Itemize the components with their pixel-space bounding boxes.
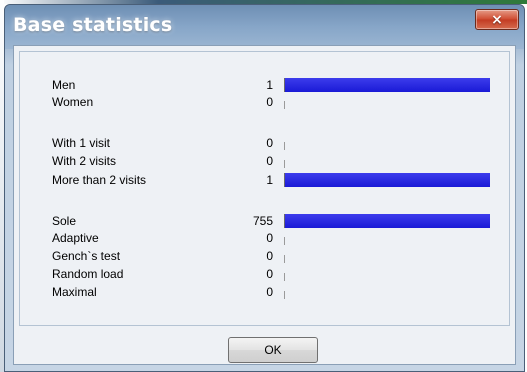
dialog-title: Base statistics bbox=[13, 14, 173, 36]
stat-bar bbox=[284, 214, 490, 228]
stat-label: With 2 visits bbox=[52, 154, 117, 168]
ok-button[interactable]: OK bbox=[228, 337, 318, 363]
stat-value: 0 bbox=[266, 136, 273, 150]
stat-label: Women bbox=[52, 95, 94, 109]
stat-bar bbox=[284, 78, 490, 92]
stat-row-more-than-2-visits: More than 2 visits 1 bbox=[20, 172, 509, 188]
statistics-panel: Men 1 Women 0 With 1 visit 0 With 2 visi… bbox=[19, 51, 510, 326]
title-bar[interactable]: Base statistics × bbox=[5, 5, 524, 49]
stat-row-with-2-visits: With 2 visits 0 bbox=[20, 153, 509, 169]
stat-value: 1 bbox=[266, 173, 273, 187]
close-icon: × bbox=[491, 11, 503, 28]
stat-bar-fill bbox=[284, 214, 490, 228]
stat-bar-empty-tick bbox=[284, 273, 285, 281]
stat-bar bbox=[284, 173, 490, 187]
stat-label: Maximal bbox=[52, 285, 97, 299]
stat-row-maximal: Maximal 0 bbox=[20, 284, 509, 300]
stat-bar bbox=[284, 285, 490, 299]
stat-bar-empty-tick bbox=[284, 255, 285, 263]
stat-bar bbox=[284, 154, 490, 168]
stat-label: Adaptive bbox=[52, 231, 99, 245]
stat-row-women: Women 0 bbox=[20, 94, 509, 110]
stat-label: With 1 visit bbox=[52, 136, 111, 150]
stat-label: Random load bbox=[52, 267, 124, 281]
stat-label: Men bbox=[52, 78, 76, 92]
stat-row-sole: Sole 755 bbox=[20, 213, 509, 229]
stat-value: 1 bbox=[266, 78, 273, 92]
stat-bar bbox=[284, 136, 490, 150]
stat-label: Sole bbox=[52, 214, 77, 228]
stat-label: More than 2 visits bbox=[52, 173, 147, 187]
stat-row-with-1-visit: With 1 visit 0 bbox=[20, 135, 509, 151]
stat-bar bbox=[284, 249, 490, 263]
stat-bar bbox=[284, 231, 490, 245]
dialog-content: Men 1 Women 0 With 1 visit 0 With 2 visi… bbox=[13, 45, 516, 365]
stat-row-random-load: Random load 0 bbox=[20, 266, 509, 282]
stat-value: 0 bbox=[266, 285, 273, 299]
stat-row-men: Men 1 bbox=[20, 77, 509, 93]
stat-label: Gench`s test bbox=[52, 249, 121, 263]
stat-bar-fill bbox=[284, 78, 490, 92]
stat-value: 0 bbox=[266, 267, 273, 281]
close-button[interactable]: × bbox=[475, 9, 519, 30]
stat-value: 0 bbox=[266, 231, 273, 245]
stat-value: 0 bbox=[266, 249, 273, 263]
stat-value: 755 bbox=[252, 214, 273, 228]
stat-bar bbox=[284, 95, 490, 109]
stat-value: 0 bbox=[266, 95, 273, 109]
stat-bar-empty-tick bbox=[284, 142, 285, 150]
stat-row-gench-test: Gench`s test 0 bbox=[20, 248, 509, 264]
stat-row-adaptive: Adaptive 0 bbox=[20, 230, 509, 246]
stat-bar-empty-tick bbox=[284, 291, 285, 299]
stat-bar-fill bbox=[284, 173, 490, 187]
stat-bar bbox=[284, 267, 490, 281]
stat-bar-empty-tick bbox=[284, 237, 285, 245]
stat-bar-empty-tick bbox=[284, 101, 285, 109]
stat-value: 0 bbox=[266, 154, 273, 168]
base-statistics-dialog: Base statistics × Men 1 Women 0 With 1 v… bbox=[4, 4, 525, 372]
stat-bar-empty-tick bbox=[284, 160, 285, 168]
